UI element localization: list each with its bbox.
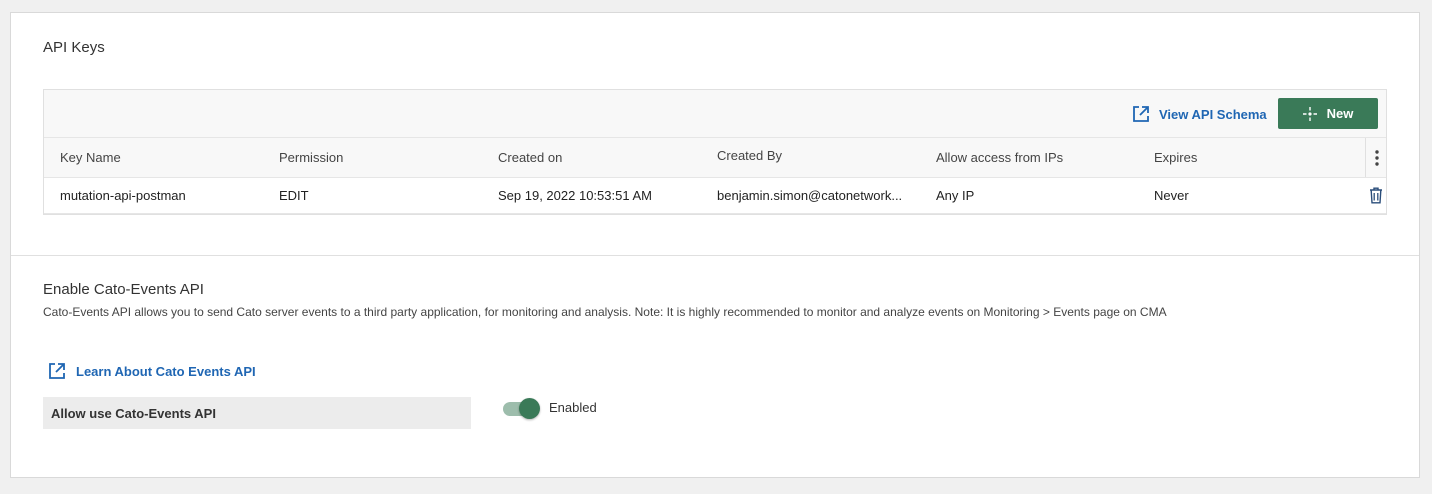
col-expires[interactable]: Expires [1154, 138, 1354, 177]
new-key-label: New [1326, 106, 1354, 121]
toggle-state-label: Enabled [549, 400, 597, 415]
trash-icon[interactable] [1365, 178, 1387, 213]
view-api-schema-label: View API Schema [1159, 106, 1267, 122]
view-api-schema-link[interactable]: View API Schema [1132, 105, 1267, 123]
api-settings-panel: API Keys View API Schema New Key Name Pe… [10, 12, 1420, 478]
learn-events-api-label: Learn About Cato Events API [76, 363, 256, 379]
table-header: Key Name Permission Created on Created B… [44, 138, 1386, 178]
api-keys-title: API Keys [43, 39, 105, 56]
col-permission[interactable]: Permission [279, 138, 479, 177]
new-key-button[interactable]: New [1278, 98, 1378, 129]
allow-events-api-label: Allow use Cato-Events API [43, 397, 471, 429]
learn-events-api-link[interactable]: Learn About Cato Events API [48, 362, 256, 380]
kebab-menu-icon[interactable] [1365, 138, 1387, 177]
col-created-by[interactable]: Created By [717, 138, 905, 177]
cell-created-by: benjamin.simon@catonetwork... [717, 188, 903, 203]
sparkle-icon [1302, 106, 1317, 121]
col-created-on[interactable]: Created on [498, 138, 698, 177]
events-api-description: Cato-Events API allows you to send Cato … [43, 305, 1167, 319]
section-divider [11, 255, 1419, 256]
col-key-name[interactable]: Key Name [60, 138, 260, 177]
grid-toolbar: View API Schema New [44, 90, 1386, 138]
col-allow-access[interactable]: Allow access from IPs [936, 138, 1136, 177]
cell-expires: Never [1154, 188, 1189, 203]
cell-allow-access: Any IP [936, 188, 975, 203]
cell-key-name: mutation-api-postman [60, 188, 186, 203]
events-api-toggle[interactable] [503, 398, 541, 419]
events-api-title: Enable Cato-Events API [43, 281, 204, 298]
api-keys-grid: View API Schema New Key Name Permission … [43, 89, 1387, 215]
toggle-knob [519, 398, 540, 419]
cell-created-on: Sep 19, 2022 10:53:51 AM [498, 188, 652, 203]
external-link-icon [49, 363, 65, 379]
table-row[interactable]: mutation-api-postman EDIT Sep 19, 2022 1… [44, 178, 1386, 214]
external-link-icon [1133, 106, 1149, 122]
cell-permission: EDIT [279, 188, 309, 203]
